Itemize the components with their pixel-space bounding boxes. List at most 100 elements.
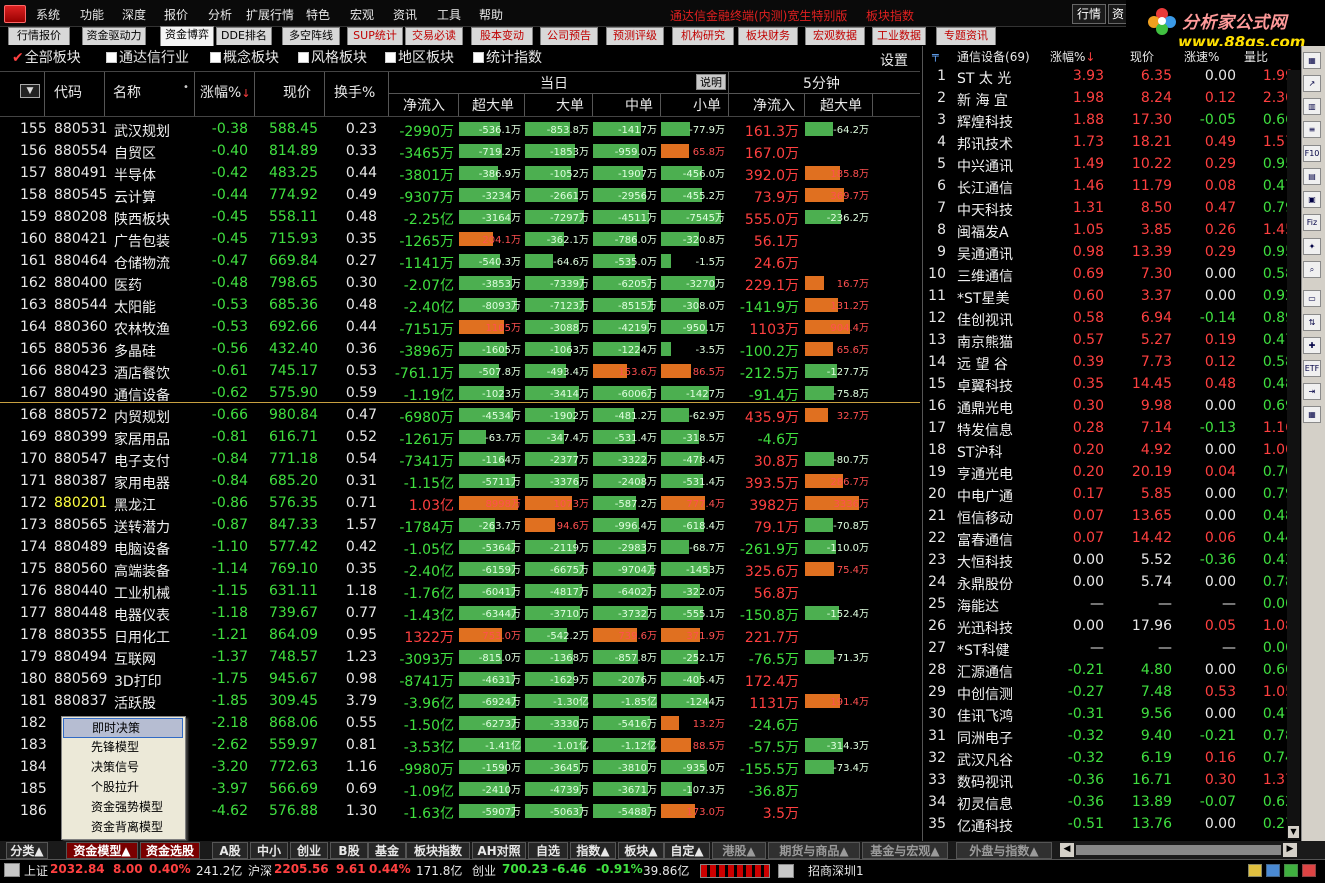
menu-item-2[interactable]: 深度 xyxy=(122,6,146,23)
market-tab-2[interactable]: 资金选股 xyxy=(140,842,200,859)
table-row[interactable]: 163 880544 太阳能 -0.53 685.36 0.48 -2.40亿 -141.9万… xyxy=(0,294,920,316)
table-row[interactable]: 179 880494 互联网 -1.37 748.57 1.23 -3093万 -76.5万 -… xyxy=(0,646,920,668)
market-tab-4[interactable]: 中小 xyxy=(250,842,288,859)
market-tab-8[interactable]: 板块指数 xyxy=(406,842,470,859)
menu-item-6[interactable]: 特色 xyxy=(306,6,330,23)
market-tab-3[interactable]: A股 xyxy=(212,842,248,859)
stock-row[interactable]: 4 邦讯技术 1.73 18.21 0.49 1.57 xyxy=(922,131,1300,153)
table-row[interactable]: 161 880464 仓储物流 -0.47 669.84 0.27 -1141万 24.6万 -… xyxy=(0,250,920,272)
table-row[interactable]: 180 880569 3D打印 -1.75 945.67 0.98 -8741万 172.4万… xyxy=(0,668,920,690)
table-row[interactable]: 170 880547 电子支付 -0.84 771.18 0.54 -7341万 30.8万 -… xyxy=(0,448,920,470)
table-row[interactable]: 181 880837 活跃股 -1.85 309.45 3.79 -3.96亿 1131万 -6… xyxy=(0,690,920,712)
header-price[interactable]: 现价 xyxy=(283,82,311,102)
table-row[interactable]: 160 880421 广告包装 -0.45 715.93 0.35 -1265万 56.1万 2… xyxy=(0,228,920,250)
header-net-inflow[interactable]: 净流入 xyxy=(403,95,445,115)
market-tab-13[interactable]: 自定▲ xyxy=(664,842,710,859)
market-tab-1[interactable]: 资金模型▲ xyxy=(66,842,138,859)
header-code[interactable]: 代码 xyxy=(54,82,82,102)
stock-row[interactable]: 28 汇源通信 -0.21 4.80 0.00 0.60 xyxy=(922,659,1300,681)
network-icon[interactable] xyxy=(1266,864,1280,877)
header-change-pct[interactable]: 涨幅%↓ xyxy=(200,82,251,102)
table-row[interactable]: 168 880572 内贸规划 -0.66 980.84 0.47 -6980万 435.9万… xyxy=(0,404,920,426)
vertical-scrollbar[interactable] xyxy=(1287,70,1300,840)
tab-13[interactable]: 工业数据 xyxy=(872,27,926,45)
filter-option-0[interactable]: ✔全部板块 xyxy=(12,50,81,68)
table-row[interactable]: 171 880387 家用电器 -0.84 685.20 0.31 -1.15亿 393.5万… xyxy=(0,470,920,492)
stock-row[interactable]: 21 恒信移动 0.07 13.65 0.00 0.48 xyxy=(922,505,1300,527)
tab-scroll-right-icon[interactable]: ▶ xyxy=(1283,843,1297,857)
stock-row[interactable]: 5 中兴通讯 1.49 10.22 0.29 0.95 xyxy=(922,153,1300,175)
stock-row[interactable]: 31 同洲电子 -0.32 9.40 -0.21 0.78 xyxy=(922,725,1300,747)
scroll-down-icon[interactable]: ▼ xyxy=(1288,826,1299,838)
header-mid[interactable]: 中单 xyxy=(625,95,653,115)
tab-11[interactable]: 板块财务 xyxy=(738,27,798,45)
column-menu-icon[interactable]: ▼ xyxy=(20,84,40,98)
header-turnover[interactable]: 换手% xyxy=(334,82,375,102)
stock-row[interactable]: 20 中电广通 0.17 5.85 0.00 0.79 xyxy=(922,483,1300,505)
stock-row[interactable]: 10 三维通信 0.69 7.30 0.00 0.58 xyxy=(922,263,1300,285)
filter-option-2[interactable]: 概念板块 xyxy=(210,50,279,68)
table-row[interactable]: 176 880440 工业机械 -1.15 631.11 1.18 -1.76亿 56.8万 -… xyxy=(0,580,920,602)
stock-row[interactable]: 13 南京熊猫 0.57 5.27 0.19 0.47 xyxy=(922,329,1300,351)
connection-icon[interactable] xyxy=(1284,864,1298,877)
explain-button[interactable]: 说明 xyxy=(696,74,726,90)
table-row[interactable]: 155 880531 武汉规划 -0.38 588.45 0.23 -2990万 161.3万… xyxy=(0,118,920,140)
mail-icon[interactable] xyxy=(1248,864,1262,877)
filter-option-4[interactable]: 地区板块 xyxy=(385,50,454,68)
tree-icon[interactable]: ⇅ xyxy=(1303,314,1321,331)
table-row[interactable]: 162 880400 医药 -0.48 798.65 0.30 -2.07亿 229.1万 -3… xyxy=(0,272,920,294)
pin-icon[interactable]: ╤ xyxy=(932,49,939,62)
market-tab-5[interactable]: 创业 xyxy=(290,842,328,859)
context-menu-item-3[interactable]: 个股拉升 xyxy=(63,778,183,798)
stock-row[interactable]: 23 大恒科技 0.00 5.52 -0.36 0.42 xyxy=(922,549,1300,571)
market-tab-15[interactable]: 期货与商品▲ xyxy=(768,842,860,859)
market-tab-10[interactable]: 自选 xyxy=(528,842,568,859)
filter-option-5[interactable]: 统计指数 xyxy=(473,50,542,68)
stock-row[interactable]: 8 闽福发A 1.05 3.85 0.26 1.45 xyxy=(922,219,1300,241)
menu-item-10[interactable]: 帮助 xyxy=(479,6,503,23)
market-tab-17[interactable]: 外盘与指数▲ xyxy=(956,842,1052,859)
tab-10[interactable]: 机构研究 xyxy=(672,27,734,45)
stock-row[interactable]: 19 亨通光电 0.20 20.19 0.04 0.70 xyxy=(922,461,1300,483)
stock-row[interactable]: 3 辉煌科技 1.88 17.30 -0.05 0.66 xyxy=(922,109,1300,131)
table-row[interactable]: 167 880490 通信设备 -0.62 575.90 0.59 -1.19亿 -91.4万… xyxy=(0,382,920,404)
status-menu-icon[interactable] xyxy=(4,863,20,877)
market-tab-12[interactable]: 板块▲ xyxy=(618,842,664,859)
stock-row[interactable]: 35 亿通科技 -0.51 13.76 0.00 0.27 xyxy=(922,813,1300,835)
stock-row[interactable]: 29 中创信测 -0.27 7.48 0.53 1.05 xyxy=(922,681,1300,703)
stock-row[interactable]: 34 初灵信息 -0.36 13.89 -0.07 0.62 xyxy=(922,791,1300,813)
tab-scroll-track[interactable] xyxy=(1076,845,1281,855)
etf-icon[interactable]: ETF xyxy=(1303,360,1321,377)
tab-5[interactable]: SUP统计 xyxy=(347,27,403,45)
market-tab-0[interactable]: 分类▲ xyxy=(6,842,48,859)
stock-row[interactable]: 12 佳创视讯 0.58 6.94 -0.14 0.89 xyxy=(922,307,1300,329)
table-row[interactable]: 174 880489 电脑设备 -1.10 577.42 0.42 -1.05亿 -261.9… xyxy=(0,536,920,558)
calc-icon[interactable]: ▣ xyxy=(1303,191,1321,208)
menu-item-9[interactable]: 工具 xyxy=(437,6,461,23)
export-icon[interactable]: ⇥ xyxy=(1303,383,1321,400)
header-small[interactable]: 小单 xyxy=(693,95,721,115)
status-tool-icon[interactable] xyxy=(778,864,794,878)
settings-button[interactable]: 设置 xyxy=(880,50,908,70)
table-row[interactable]: 156 880554 自贸区 -0.40 814.89 0.33 -3465万 167.0万 -… xyxy=(0,140,920,162)
tab-12[interactable]: 宏观数据 xyxy=(805,27,865,45)
menu-item-3[interactable]: 报价 xyxy=(164,6,188,23)
panel-header-price[interactable]: 现价 xyxy=(1130,48,1154,65)
stock-row[interactable]: 32 武汉凡谷 -0.32 6.19 0.16 0.74 xyxy=(922,747,1300,769)
table-row[interactable]: 177 880448 电器仪表 -1.18 739.67 0.77 -1.43亿 -150.8… xyxy=(0,602,920,624)
context-menu-item-1[interactable]: 先锋模型 xyxy=(63,738,183,758)
table-row[interactable]: 173 880565 送转潜力 -0.87 847.33 1.57 -1784万 79.1万 -… xyxy=(0,514,920,536)
grid-icon[interactable]: ▦ xyxy=(1303,52,1321,69)
tab-14[interactable]: 专题资讯 xyxy=(936,27,996,45)
stock-row[interactable]: 1 ST 太 光 3.93 6.35 0.00 1.99 xyxy=(922,65,1300,87)
tab-2[interactable]: 资金博弈 xyxy=(160,26,214,46)
stock-row[interactable]: 26 光迅科技 0.00 17.96 0.05 1.08 xyxy=(922,615,1300,637)
menu-item-7[interactable]: 宏观 xyxy=(350,6,374,23)
table-row[interactable]: 178 880355 日用化工 -1.21 864.09 0.95 1322万 221.7万 7… xyxy=(0,624,920,646)
stock-row[interactable]: 14 远 望 谷 0.39 7.73 0.12 0.58 xyxy=(922,351,1300,373)
panel-header-volume-ratio[interactable]: 量比 xyxy=(1244,48,1268,65)
tab-4[interactable]: 多空阵线 xyxy=(282,27,340,45)
list-icon[interactable]: ≡ xyxy=(1303,121,1321,138)
panel-header-speed[interactable]: 涨速% xyxy=(1184,48,1219,65)
header-super-large[interactable]: 超大单 xyxy=(472,95,514,115)
